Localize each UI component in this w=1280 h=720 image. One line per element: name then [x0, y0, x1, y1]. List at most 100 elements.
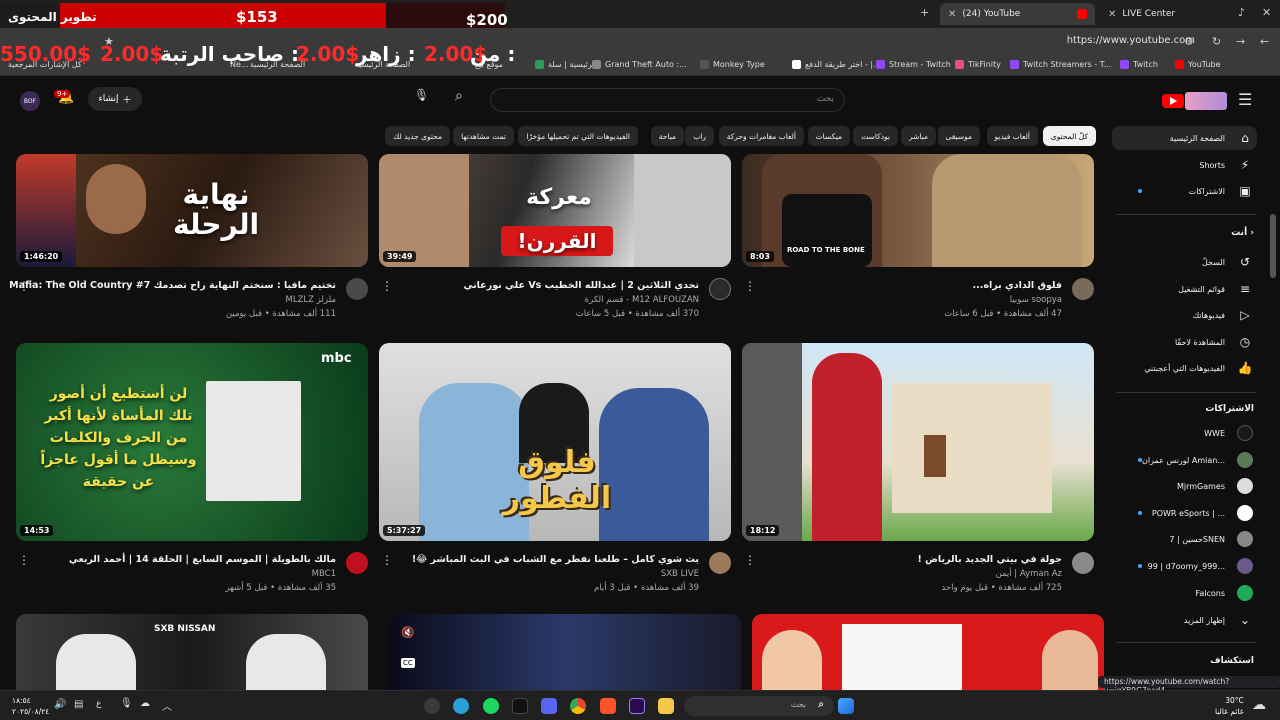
- bookmark-item[interactable]: الرئيسية | سلة: [535, 60, 597, 69]
- premiere-icon[interactable]: [629, 698, 645, 714]
- channel-avatar[interactable]: [709, 278, 731, 300]
- obs-icon[interactable]: [424, 698, 440, 714]
- tab-live-center[interactable]: ✕ LIVE Center: [1100, 3, 1230, 25]
- file-explorer-icon[interactable]: [658, 698, 674, 714]
- video-thumbnail[interactable]: فلوق الفطور 5:37:27: [379, 343, 731, 541]
- more-options-icon[interactable]: ⋮: [744, 553, 756, 567]
- tiktok-icon[interactable]: ♪: [1238, 6, 1245, 19]
- sidebar-item-watch-later[interactable]: المشاهدة لاحقًا ◷: [1112, 330, 1257, 354]
- video-channel[interactable]: Ayman Az | أيمن: [995, 569, 1062, 579]
- brave-icon[interactable]: [600, 698, 616, 714]
- more-options-icon[interactable]: ⋮: [18, 553, 30, 567]
- chip-new-for-you[interactable]: محتوى جديد لك: [385, 126, 450, 146]
- more-options-icon[interactable]: ⋮: [18, 279, 30, 293]
- mute-icon[interactable]: 🔇: [401, 626, 415, 639]
- captions-icon[interactable]: CC: [401, 658, 415, 668]
- video-channel[interactable]: SXB LIVE: [661, 569, 699, 579]
- youtube-logo-icon[interactable]: [1162, 94, 1184, 108]
- more-options-icon[interactable]: ⋮: [744, 279, 756, 293]
- chip-mubaha[interactable]: مباحة: [650, 126, 684, 146]
- sidebar-item-subscriptions[interactable]: الاشتراكات ▣: [1112, 179, 1257, 203]
- chrome-icon[interactable]: [570, 698, 586, 714]
- network-icon[interactable]: ▤: [74, 699, 83, 710]
- sidebar-sub-7snen[interactable]: حسين | 7SNEN: [1112, 527, 1257, 551]
- mic-icon[interactable]: 🎙: [120, 698, 133, 709]
- windows-start-icon[interactable]: [838, 698, 854, 714]
- video-title[interactable]: بث شوي كامل – طلعنا نفطر مع الشباب في ال…: [412, 554, 699, 565]
- video-thumbnail[interactable]: معركة القررن! 39:49: [379, 154, 731, 267]
- sidebar-sub-d7oomy[interactable]: 99 | d7oomy_999...: [1112, 554, 1257, 578]
- video-channel[interactable]: MBC1: [312, 569, 336, 579]
- bookmark-item[interactable]: TikFinity: [955, 60, 1001, 69]
- video-thumbnail[interactable]: 🔇 CC: [389, 614, 741, 690]
- sidebar-sub-mjrmgames[interactable]: MjrmGames: [1112, 474, 1257, 498]
- more-options-icon[interactable]: ⋮: [381, 279, 393, 293]
- url-field[interactable]: https://www.youtube.com: [1067, 35, 1195, 46]
- speaker-icon[interactable]: 🔊: [54, 699, 66, 710]
- sidebar-sub-amian[interactable]: لورنس عمران Amian...: [1112, 448, 1257, 472]
- close-window-icon[interactable]: ✕: [1262, 6, 1271, 19]
- bookmark-item[interactable]: Grand Theft Auto :...: [592, 60, 687, 69]
- more-options-icon[interactable]: ⋮: [381, 553, 393, 567]
- weather-widget[interactable]: 30°C غائم غالبا: [1215, 695, 1244, 717]
- bookmark-item[interactable]: Twitch Streamers - T...: [1010, 60, 1111, 69]
- sidebar-you-header[interactable]: أنت ›: [1231, 228, 1254, 238]
- search-icon[interactable]: ⌕: [455, 88, 483, 112]
- sidebar-item-history[interactable]: السجلّ ↺: [1112, 250, 1257, 274]
- tray-chevron-up-icon[interactable]: ︿: [162, 698, 172, 713]
- video-thumbnail[interactable]: نهاية الرحلة 1:46:20: [16, 154, 368, 267]
- back-icon[interactable]: ←: [1260, 35, 1269, 48]
- taskbar-search-input[interactable]: بحث ⌕: [684, 696, 834, 716]
- forward-icon[interactable]: →: [1236, 35, 1245, 48]
- video-title[interactable]: فلوق الدادي براه...: [973, 280, 1062, 291]
- sidebar-sub-falcons[interactable]: Falcons: [1112, 581, 1257, 605]
- bookmark-item[interactable]: Twitch: [1120, 60, 1158, 69]
- sidebar-item-liked[interactable]: الفيديوهات التي أعجبتني 👍: [1112, 356, 1257, 380]
- bookmark-item[interactable]: Stream - Twitch: [876, 60, 951, 69]
- chip-video-games[interactable]: ألعاب فيديو: [986, 126, 1038, 146]
- channel-avatar[interactable]: [709, 552, 731, 574]
- discord-icon[interactable]: [541, 698, 557, 714]
- chip-watched[interactable]: تمت مشاهدتها: [453, 126, 514, 146]
- cloud-icon[interactable]: ☁: [140, 698, 150, 709]
- chip-all[interactable]: كلّ المحتوى: [1042, 126, 1096, 146]
- reload-icon[interactable]: ↻: [1212, 35, 1221, 48]
- hamburger-menu-icon[interactable]: ☰: [1238, 90, 1252, 109]
- video-channel[interactable]: M12 ALFOUZAN - قسم الكرة: [585, 295, 699, 305]
- chip-mixes[interactable]: ميكسات: [807, 126, 850, 146]
- channel-avatar[interactable]: [1072, 552, 1094, 574]
- video-thumbnail[interactable]: لن أستطيع أن أصور تلك المأساة لأنها أكبر…: [16, 343, 368, 541]
- sidebar-item-your-videos[interactable]: فيديوهاتك ▷: [1112, 303, 1257, 327]
- sidebar-item-home[interactable]: الصفحة الرئيسية ⌂: [1112, 126, 1257, 150]
- tiktok-icon[interactable]: [512, 698, 528, 714]
- tab-youtube[interactable]: ✕ (24) YouTube: [940, 3, 1095, 25]
- sidebar-item-playlists[interactable]: قوائم التشغيل ≡: [1112, 277, 1257, 301]
- chip-podcast[interactable]: بودكاست: [853, 126, 898, 146]
- sidebar-item-shorts[interactable]: Shorts ⚡: [1112, 153, 1257, 177]
- chip-live[interactable]: مباشر: [901, 126, 936, 146]
- account-avatar[interactable]: BOF: [20, 91, 40, 111]
- chip-recently-uploaded[interactable]: الفيديوهات التي تم تحميلها مؤخرًا: [518, 126, 638, 146]
- spotify-icon[interactable]: [483, 698, 499, 714]
- video-thumbnail[interactable]: ROAD TO THE BONE 8:03: [742, 154, 1094, 267]
- chip-rap[interactable]: راب: [685, 126, 714, 146]
- video-channel[interactable]: soopya سوبيا: [1010, 295, 1062, 305]
- new-tab-button[interactable]: +: [920, 6, 929, 19]
- video-thumbnail[interactable]: [752, 614, 1104, 690]
- video-title[interactable]: تحدي الثلاثين 2 | عبدالله الخطيب Vs علي …: [464, 280, 700, 291]
- close-tab-icon[interactable]: ✕: [948, 9, 956, 20]
- sidebar-sub-powr[interactable]: POWR eSports | ...: [1112, 501, 1257, 525]
- sidebar-scrollbar[interactable]: [1270, 214, 1276, 278]
- bookmark-item[interactable]: Monkey Type: [700, 60, 765, 69]
- channel-avatar[interactable]: [346, 278, 368, 300]
- video-thumbnail[interactable]: 18:12: [742, 343, 1094, 541]
- bookmark-item[interactable]: اختر طريقة الدفع - |...: [792, 60, 881, 69]
- language-indicator[interactable]: ع: [96, 699, 101, 709]
- chip-music[interactable]: موسيقى: [937, 126, 980, 146]
- sidebar-show-more[interactable]: إظهار المزيد ⌄: [1112, 608, 1257, 632]
- clock[interactable]: ١٨:٥٤ ٢٠٢٥/٠٨/٢٤: [12, 695, 49, 717]
- video-channel[interactable]: ملزلز MLZLZ: [286, 295, 337, 305]
- close-tab-icon[interactable]: ✕: [1108, 9, 1116, 20]
- video-title[interactable]: مالك بالطويلة | الموسم السابع | الحلقة 1…: [69, 554, 336, 565]
- video-title[interactable]: تختيم مافيا : سنختم النهاية راح تصدمك Ma…: [9, 280, 336, 291]
